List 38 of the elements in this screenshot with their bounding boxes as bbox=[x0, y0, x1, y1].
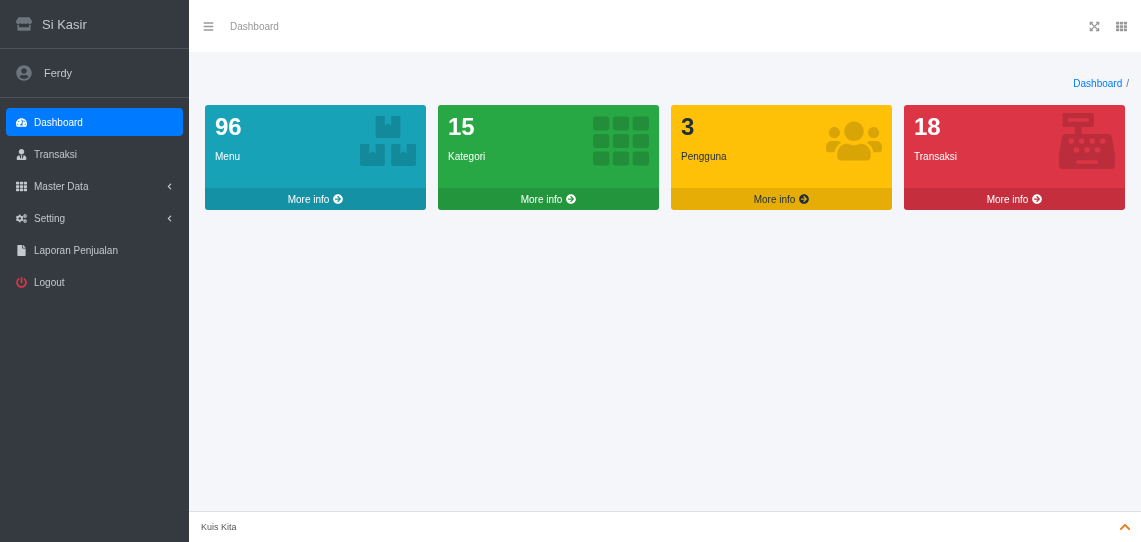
dashboard-icon bbox=[16, 116, 27, 128]
scroll-top-icon[interactable] bbox=[1119, 521, 1131, 533]
sidebar-item[interactable]: Dashboard bbox=[6, 108, 183, 136]
stat-label: Kategori bbox=[448, 151, 486, 162]
more-info-link[interactable]: More info bbox=[904, 188, 1125, 210]
stat-value: 18 bbox=[914, 113, 942, 141]
table-icon bbox=[16, 180, 27, 192]
avatar-icon bbox=[16, 65, 32, 81]
breadcrumb-link[interactable]: Dashboard bbox=[1073, 78, 1123, 89]
user-name: Ferdy bbox=[44, 67, 73, 79]
cash-register-icon bbox=[1059, 113, 1115, 169]
power-icon bbox=[16, 276, 27, 288]
sidebar-item[interactable]: Logout bbox=[6, 268, 183, 296]
sidebar-item[interactable]: Laporan Penjualan bbox=[6, 236, 183, 264]
logo-icon bbox=[16, 16, 32, 32]
stat-label: Pengguna bbox=[681, 151, 727, 162]
brand-title: Si Kasir bbox=[42, 16, 87, 32]
stat-value: 3 bbox=[681, 113, 696, 141]
page-title: Dashboard bbox=[230, 20, 279, 32]
sidebar-item[interactable]: Master Data bbox=[6, 172, 183, 200]
document-icon bbox=[16, 244, 27, 256]
more-info-link[interactable]: More info bbox=[671, 188, 892, 210]
menu-icon[interactable] bbox=[203, 20, 214, 32]
sidebar-item[interactable]: Setting bbox=[6, 204, 183, 232]
stat-label: Transaksi bbox=[914, 151, 957, 162]
footer-text: Kuis Kita bbox=[201, 522, 237, 532]
breadcrumb-separator: / bbox=[1126, 78, 1129, 89]
stat-value: 15 bbox=[448, 113, 476, 141]
fullscreen-icon[interactable] bbox=[1089, 20, 1100, 32]
grid-icon[interactable] bbox=[1116, 20, 1127, 32]
sidebar-item[interactable]: Transaksi bbox=[6, 140, 183, 168]
stat-value: 96 bbox=[215, 113, 242, 141]
boxes-icon bbox=[360, 113, 416, 169]
stat-label: Menu bbox=[215, 151, 241, 162]
gears-icon bbox=[16, 212, 27, 224]
person-icon bbox=[16, 148, 27, 160]
more-info-link[interactable]: More info bbox=[205, 188, 426, 210]
more-info-link[interactable]: More info bbox=[438, 188, 659, 210]
